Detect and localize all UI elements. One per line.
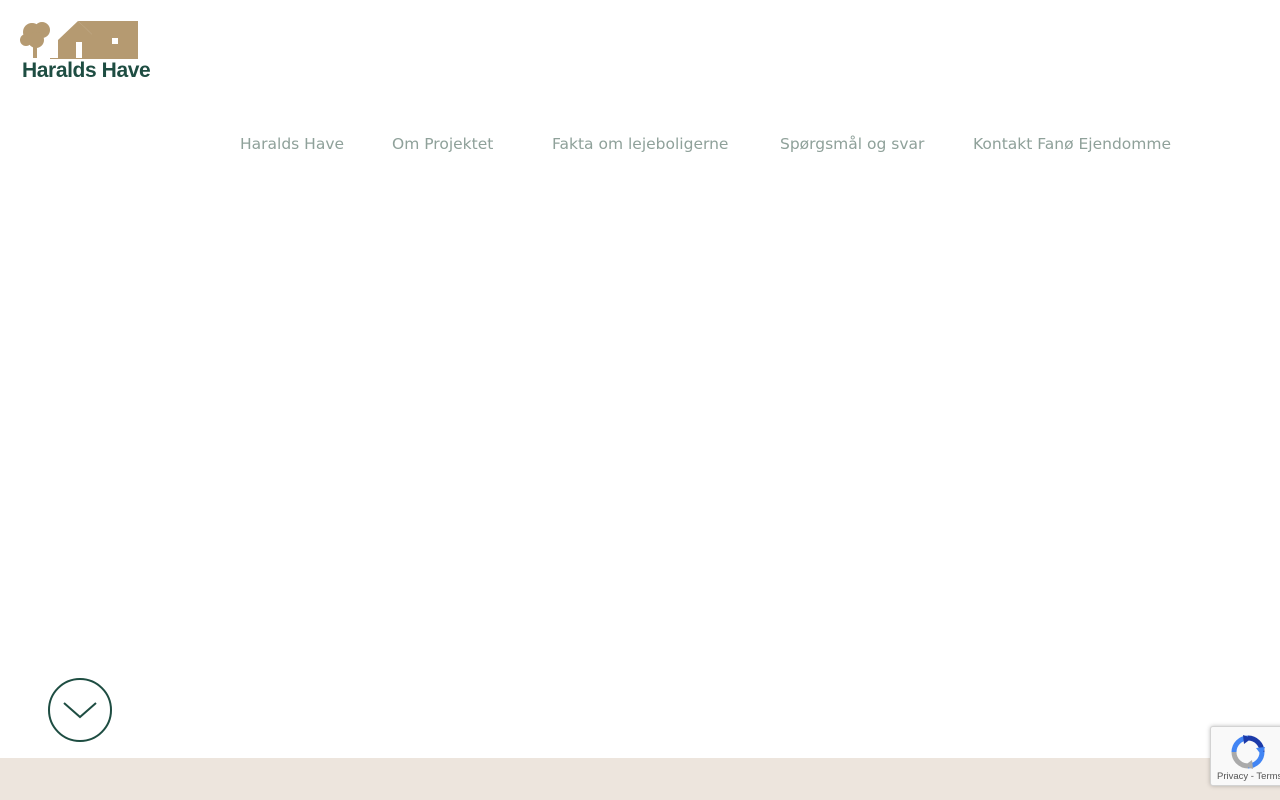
logo-house-tree-icon: [20, 21, 138, 59]
recaptcha-badge[interactable]: Privacy - Terms: [1210, 726, 1280, 786]
site-logo[interactable]: Haralds Have: [20, 18, 151, 86]
nav-item-fakta-om-lejeboligerne[interactable]: Fakta om lejeboligerne: [552, 132, 728, 156]
main-navigation: Haralds Have Om Projektet Fakta om lejeb…: [0, 132, 1280, 156]
nav-item-spoergsmaal-og-svar[interactable]: Spørgsmål og svar: [780, 132, 924, 156]
footer-band: [0, 758, 1280, 800]
nav-item-om-projektet[interactable]: Om Projektet: [392, 132, 493, 156]
recaptcha-links[interactable]: Privacy - Terms: [1217, 771, 1280, 782]
nav-item-kontakt-fanoe-ejendomme[interactable]: Kontakt Fanø Ejendomme: [973, 132, 1171, 156]
nav-item-haralds-have[interactable]: Haralds Have: [240, 132, 344, 156]
logo-wordmark: Haralds Have: [22, 59, 151, 82]
chevron-down-icon: [63, 702, 97, 719]
recaptcha-icon: [1231, 735, 1265, 769]
scroll-down-button[interactable]: [48, 678, 112, 742]
page: Haralds Have Haralds Have Om Projektet F…: [0, 0, 1280, 800]
